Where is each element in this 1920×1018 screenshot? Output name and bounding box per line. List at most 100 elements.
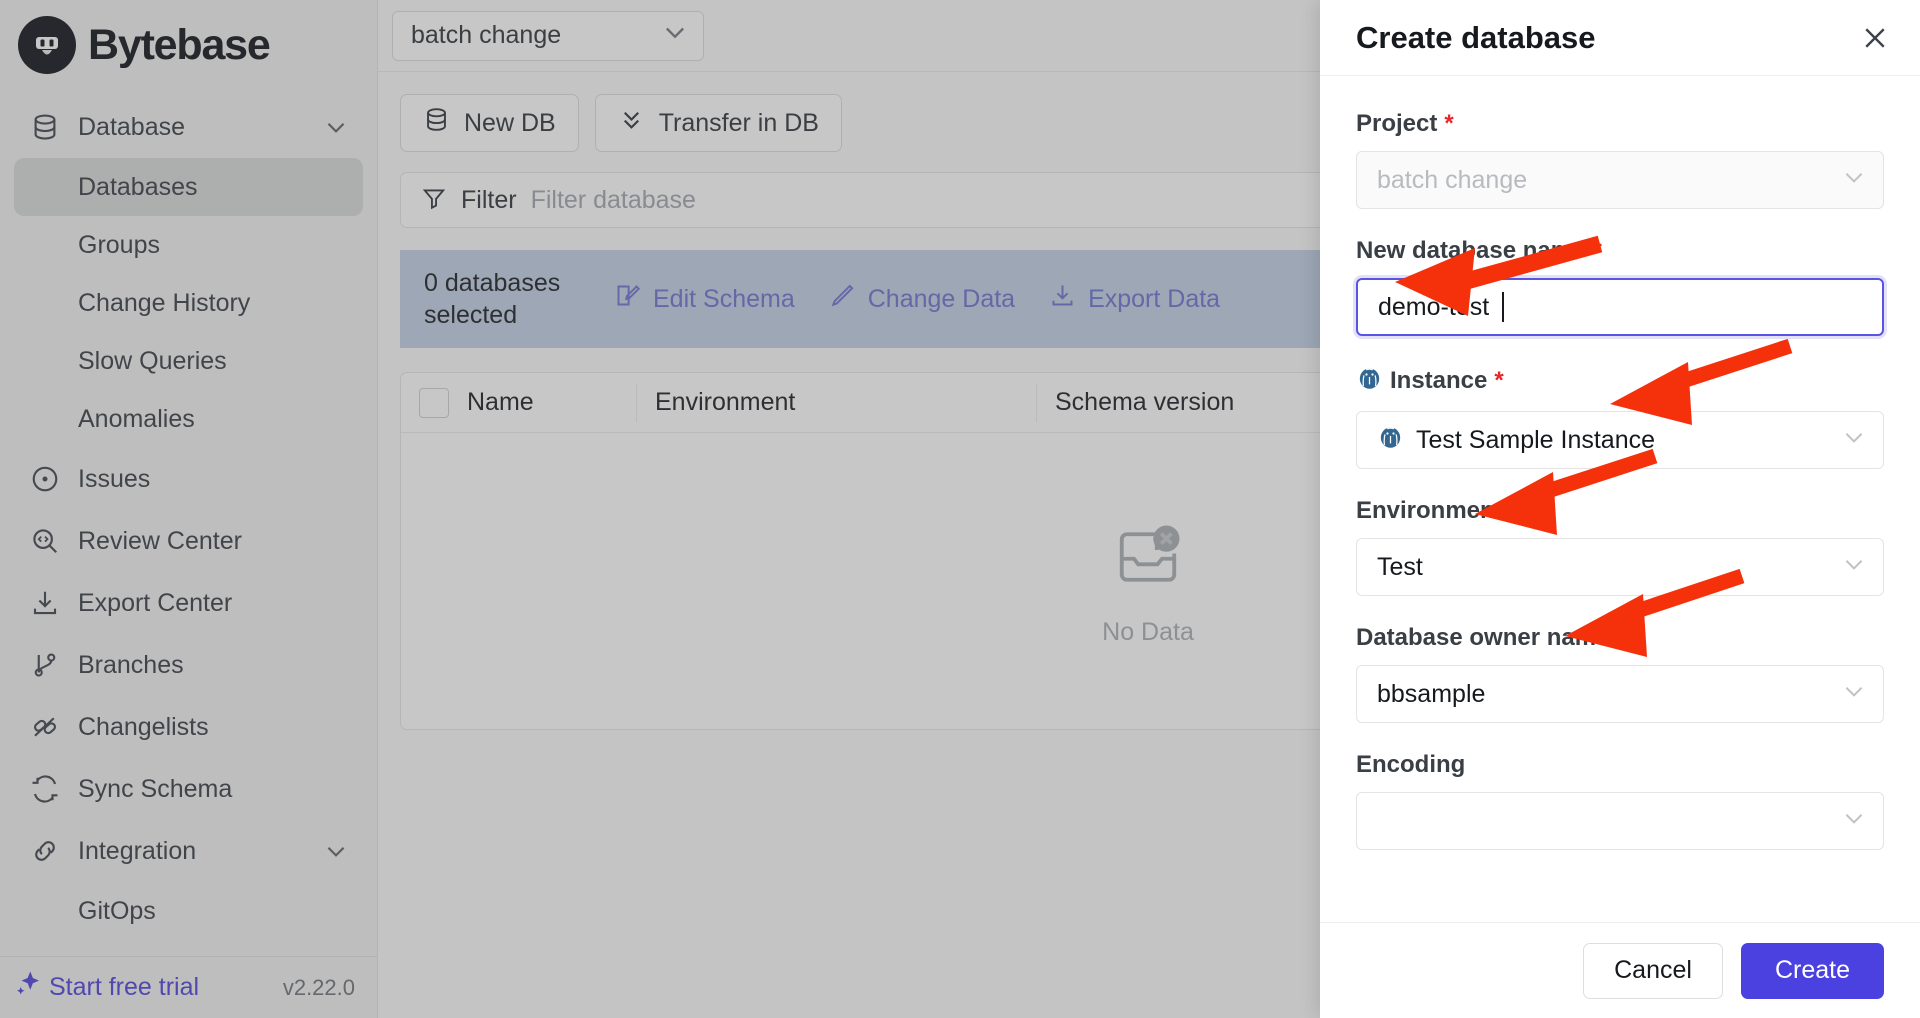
table-column-environment[interactable]: Environment: [637, 383, 1037, 422]
sidebar-group-database[interactable]: Database: [14, 96, 363, 158]
chevron-down-icon: [323, 114, 349, 140]
field-database-owner: Database owner name * bbsample: [1356, 624, 1884, 723]
edit-schema-icon: [614, 282, 641, 316]
chevrons-down-icon: [618, 106, 645, 140]
cancel-button[interactable]: Cancel: [1583, 942, 1723, 999]
sidebar-item-review-center[interactable]: Review Center: [14, 510, 363, 572]
database-name-input[interactable]: demo-test: [1356, 278, 1884, 336]
sidebar-item-label: Branches: [78, 650, 184, 679]
transfer-in-db-button[interactable]: Transfer in DB: [594, 94, 842, 152]
edit-schema-action[interactable]: Edit Schema: [614, 282, 795, 316]
sidebar-item-label: Anomalies: [78, 404, 195, 433]
sparkles-icon: [14, 969, 44, 1006]
field-project-label: Project *: [1356, 110, 1884, 138]
sidebar: Bytebase Database Databases Groups Chang…: [0, 0, 378, 1018]
create-database-drawer: Create database Project * batch change N…: [1320, 0, 1920, 1018]
field-label-text: Environment: [1356, 497, 1503, 524]
filter-label: Filter: [461, 185, 517, 214]
field-instance: Instance * Test Sample Instance: [1356, 364, 1884, 469]
brand-name: Bytebase: [88, 20, 271, 69]
sidebar-nav: Database Databases Groups Change History…: [0, 90, 377, 956]
brand[interactable]: Bytebase: [0, 0, 377, 90]
project-selector-value: batch change: [411, 21, 562, 49]
change-data-action[interactable]: Change Data: [829, 282, 1015, 316]
select-all-checkbox[interactable]: [419, 387, 449, 418]
sidebar-item-slow-queries[interactable]: Slow Queries: [14, 332, 363, 390]
start-free-trial-label: Start free trial: [49, 973, 200, 1001]
sidebar-footer: Start free trial v2.22.0: [0, 956, 377, 1018]
sidebar-group-label: Database: [78, 112, 186, 141]
table-column-schema-version[interactable]: Schema version: [1037, 384, 1337, 422]
chevron-down-icon: [1841, 805, 1867, 838]
field-label-text: New database name: [1356, 237, 1586, 264]
required-asterisk: *: [1494, 367, 1504, 394]
start-free-trial-button[interactable]: Start free trial: [14, 969, 199, 1006]
postgres-icon: [1377, 423, 1404, 457]
database-owner-select[interactable]: bbsample: [1356, 665, 1884, 723]
app-root: Bytebase Database Databases Groups Chang…: [0, 0, 1920, 1018]
text-caret: [1502, 292, 1505, 322]
sidebar-item-groups[interactable]: Groups: [14, 216, 363, 274]
field-project: Project * batch change: [1356, 110, 1884, 209]
sidebar-item-change-history[interactable]: Change History: [14, 274, 363, 332]
sidebar-item-label: Databases: [78, 172, 198, 201]
sidebar-item-label: Export Center: [78, 588, 233, 617]
change-data-label: Change Data: [867, 284, 1016, 313]
branches-icon: [28, 648, 62, 682]
database-icon: [28, 110, 62, 144]
sidebar-item-label: Change History: [78, 288, 251, 317]
drawer-body: Project * batch change New database name…: [1320, 76, 1920, 922]
sidebar-item-label: Slow Queries: [78, 346, 227, 375]
chevron-down-icon: [1841, 164, 1867, 197]
create-button[interactable]: Create: [1740, 942, 1884, 999]
table-column-name[interactable]: Name: [449, 383, 637, 422]
required-asterisk: *: [1444, 110, 1454, 137]
integration-icon: [28, 834, 62, 868]
export-data-label: Export Data: [1088, 284, 1221, 313]
field-label-text: Project: [1356, 110, 1438, 137]
sidebar-item-label: Sync Schema: [78, 774, 233, 803]
field-database-owner-label: Database owner name *: [1356, 624, 1884, 652]
sidebar-item-databases[interactable]: Databases: [14, 158, 363, 216]
export-center-icon: [28, 586, 62, 620]
export-data-action[interactable]: Export Data: [1049, 282, 1220, 316]
review-center-icon: [28, 524, 62, 558]
field-encoding: Encoding: [1356, 751, 1884, 850]
project-select[interactable]: batch change: [1356, 151, 1884, 209]
sidebar-item-label: Review Center: [78, 526, 242, 555]
encoding-select[interactable]: [1356, 792, 1884, 850]
sidebar-item-changelists[interactable]: Changelists: [14, 696, 363, 758]
field-database-name-label: New database name *: [1356, 237, 1884, 265]
drawer-title: Create database: [1356, 19, 1596, 55]
environment-select[interactable]: Test: [1356, 538, 1884, 596]
transfer-in-db-label: Transfer in DB: [658, 108, 819, 137]
sidebar-item-sync-schema[interactable]: Sync Schema: [14, 758, 363, 820]
filter-placeholder: Filter database: [530, 185, 696, 214]
issues-icon: [28, 462, 62, 496]
sidebar-item-branches[interactable]: Branches: [14, 634, 363, 696]
sidebar-item-issues[interactable]: Issues: [14, 448, 363, 510]
sidebar-item-label: GitOps: [78, 896, 156, 925]
close-icon[interactable]: [1856, 19, 1894, 57]
chevron-down-icon: [1841, 678, 1867, 711]
new-db-button[interactable]: New DB: [400, 94, 579, 152]
sidebar-item-export-center[interactable]: Export Center: [14, 572, 363, 634]
field-database-name: New database name * demo-test: [1356, 237, 1884, 336]
project-select-value: batch change: [1377, 165, 1528, 194]
sidebar-item-anomalies[interactable]: Anomalies: [14, 390, 363, 448]
project-selector[interactable]: batch change: [392, 10, 704, 61]
field-environment-label: Environment: [1356, 497, 1884, 525]
instance-select-value: Test Sample Instance: [1416, 425, 1656, 454]
postgres-icon: [1356, 364, 1383, 398]
instance-select[interactable]: Test Sample Instance: [1356, 411, 1884, 469]
sidebar-group-label: Integration: [78, 836, 197, 865]
selection-count: 0 databases selected: [424, 269, 561, 329]
no-data-label: No Data: [1102, 618, 1194, 646]
sidebar-item-gitops[interactable]: GitOps: [14, 882, 363, 940]
edit-schema-label: Edit Schema: [653, 284, 795, 313]
required-asterisk: *: [1592, 237, 1602, 264]
changelists-icon: [28, 710, 62, 744]
field-instance-label: Instance *: [1356, 364, 1884, 398]
sidebar-group-integration[interactable]: Integration: [14, 820, 363, 882]
chevron-down-icon: [1841, 424, 1867, 457]
